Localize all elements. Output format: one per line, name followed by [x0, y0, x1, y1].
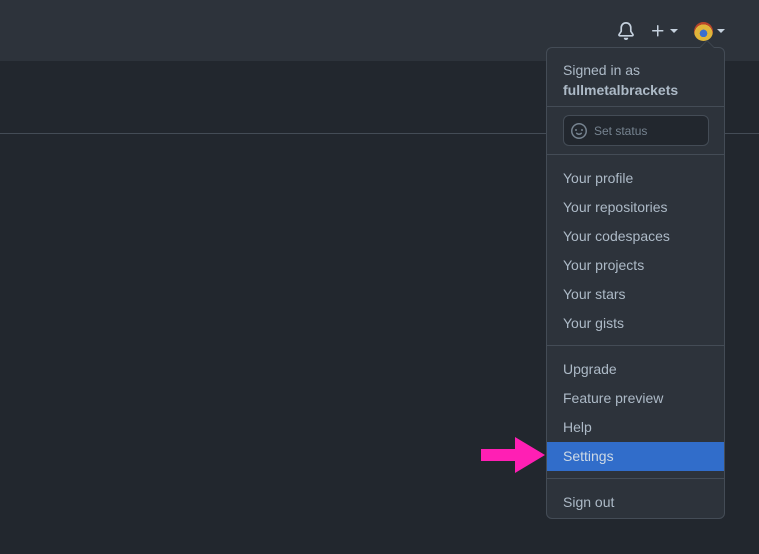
menu-item-your-stars[interactable]: Your stars [547, 280, 724, 309]
divider [547, 478, 724, 479]
username: fullmetalbrackets [563, 82, 679, 98]
menu-item-feature-preview[interactable]: Feature preview [547, 384, 724, 413]
chevron-down-icon [717, 29, 725, 33]
menu-item-settings[interactable]: Settings [547, 442, 724, 471]
pointer-arrow-icon [481, 437, 545, 473]
menu-item-help[interactable]: Help [547, 413, 724, 442]
user-menu-toggle[interactable] [694, 20, 725, 42]
smiley-icon [571, 122, 587, 139]
divider [547, 106, 724, 107]
plus-icon [652, 25, 664, 37]
menu-item-upgrade[interactable]: Upgrade [547, 355, 724, 384]
set-status-placeholder: Set status [594, 123, 648, 138]
user-dropdown-menu: Signed in as fullmetalbrackets Set statu… [546, 40, 725, 519]
signed-in-label: Signed in as [563, 62, 641, 78]
menu-item-your-codespaces[interactable]: Your codespaces [547, 222, 724, 251]
menu-item-your-profile[interactable]: Your profile [547, 164, 724, 193]
menu-item-your-repositories[interactable]: Your repositories [547, 193, 724, 222]
avatar [694, 21, 713, 41]
menu-item-your-projects[interactable]: Your projects [547, 251, 724, 280]
signed-in-header: Signed in as fullmetalbrackets [563, 60, 678, 100]
divider [547, 345, 724, 346]
set-status-button[interactable]: Set status [563, 115, 709, 146]
chevron-down-icon [670, 29, 678, 33]
divider [547, 154, 724, 155]
bell-icon[interactable] [617, 22, 635, 40]
menu-item-your-gists[interactable]: Your gists [547, 309, 724, 338]
menu-item-sign-out[interactable]: Sign out [547, 488, 724, 517]
create-new-dropdown[interactable] [650, 22, 678, 40]
